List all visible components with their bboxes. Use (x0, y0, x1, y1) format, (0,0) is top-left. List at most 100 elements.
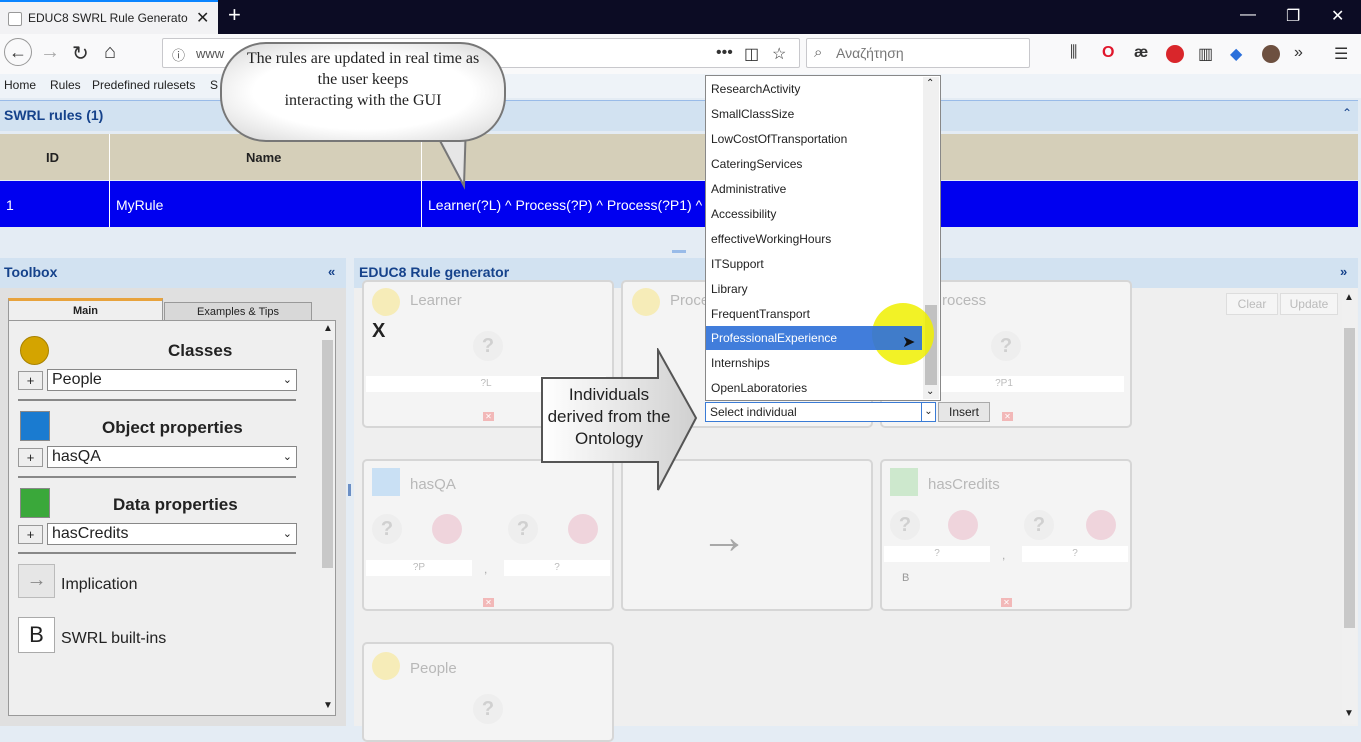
remove-mark[interactable]: X (372, 320, 385, 343)
comma-separator: , (484, 562, 488, 576)
opera-icon[interactable]: O (1102, 44, 1114, 62)
menu-rules[interactable]: Rules (50, 78, 81, 92)
dropdown-option-selected[interactable]: ProfessionalExperience (706, 326, 922, 350)
canvas-scroll-thumb[interactable] (1344, 328, 1355, 628)
argument-field[interactable]: ? (504, 560, 610, 576)
scroll-down-icon[interactable]: ▼ (1344, 708, 1354, 719)
delete-icon[interactable]: ✕ (483, 412, 494, 421)
insert-button[interactable]: Insert (938, 402, 990, 422)
delete-icon[interactable]: ✕ (483, 598, 494, 607)
scroll-down-icon[interactable]: ▼ (323, 700, 333, 711)
argument-field[interactable]: ? (1022, 546, 1128, 562)
menu-s[interactable]: S (210, 78, 218, 92)
toolbox-scroll-thumb[interactable] (322, 340, 333, 568)
delete-icon[interactable]: ✕ (1001, 598, 1012, 607)
toolbox-header: Toolbox « (0, 258, 346, 288)
dropdown-option[interactable]: Internships (706, 351, 922, 375)
atom-label: Proce (670, 292, 710, 309)
restore-icon[interactable]: ❐ (1286, 6, 1300, 26)
add-individual-icon[interactable] (568, 514, 598, 544)
implication-arrow-icon: → (700, 511, 748, 564)
dropdown-option[interactable]: OpenLaboratories (706, 376, 922, 400)
scroll-down-icon[interactable]: ⌄ (926, 386, 934, 397)
browser-tab[interactable]: EDUC8 SWRL Rule Generator (D ✕ (0, 0, 218, 34)
home-icon[interactable]: ⌂ (104, 41, 116, 64)
page-actions-icon[interactable]: ••• (716, 44, 733, 62)
scroll-up-icon[interactable]: ▲ (323, 323, 333, 334)
scroll-up-icon[interactable]: ⌃ (926, 78, 934, 89)
overflow-icon[interactable]: » (1294, 44, 1303, 62)
add-argument-icon[interactable]: ? (890, 510, 920, 540)
column-name[interactable]: Name (246, 150, 281, 165)
update-button[interactable]: Update (1280, 293, 1338, 315)
collapse-up-icon[interactable]: ⌃ (1342, 106, 1352, 120)
dropdown-option[interactable]: LowCostOfTransportation (706, 127, 922, 151)
column-id[interactable]: ID (46, 150, 59, 165)
select-individual[interactable]: Select individual (705, 402, 936, 422)
delete-icon[interactable]: ✕ (1002, 412, 1013, 421)
dropdown-option[interactable]: CateringServices (706, 152, 922, 176)
tab-examples-tips[interactable]: Examples & Tips (164, 302, 312, 322)
splitter-handle[interactable] (348, 484, 351, 496)
dropdown-option[interactable]: Library (706, 277, 922, 301)
implication-label[interactable]: Implication (61, 576, 137, 594)
resize-handle[interactable] (672, 250, 686, 253)
close-tab-icon[interactable]: ✕ (196, 8, 209, 28)
profile-icon[interactable] (1262, 45, 1280, 63)
bookmark-star-icon[interactable]: ☆ (772, 44, 786, 64)
library-icon[interactable]: ⫼ (1070, 44, 1077, 62)
chevron-down-icon[interactable]: ⌄ (921, 402, 936, 422)
implication-icon[interactable]: → (18, 564, 55, 598)
add-argument-icon[interactable]: ? (1024, 510, 1054, 540)
forward-icon[interactable]: → (40, 41, 60, 64)
add-argument-icon[interactable]: ? (372, 514, 402, 544)
sidebar-icon[interactable]: ▥ (1198, 44, 1213, 64)
builtins-icon[interactable]: B (18, 617, 55, 653)
search-input[interactable]: Αναζήτηση (836, 45, 904, 61)
people-atom-card[interactable] (362, 642, 614, 742)
close-window-icon[interactable]: ✕ (1331, 6, 1344, 26)
add-data-property-button[interactable]: + (18, 525, 43, 544)
dropdown-option[interactable]: Administrative (706, 177, 922, 201)
bubble-text: The rules are updated in real time as th… (246, 50, 480, 109)
add-object-property-button[interactable]: + (18, 448, 43, 467)
builtins-label[interactable]: SWRL built-ins (61, 630, 166, 648)
generator-title: EDUC8 Rule generator (359, 264, 510, 280)
new-tab-icon[interactable]: + (228, 2, 241, 28)
dropdown-option[interactable]: Accessibility (706, 202, 922, 226)
reload-icon[interactable]: ↻ (72, 41, 89, 66)
url-text: www (196, 46, 225, 61)
data-property-select[interactable]: hasCredits ⌄ (47, 523, 297, 545)
add-argument-icon[interactable]: ? (473, 331, 503, 361)
clear-button[interactable]: Clear (1226, 293, 1278, 315)
ae-icon[interactable]: æ (1134, 44, 1148, 62)
tab-main[interactable]: Main (8, 298, 163, 322)
collapse-right-icon[interactable]: » (1340, 264, 1347, 279)
add-individual-icon[interactable] (1086, 510, 1116, 540)
back-icon[interactable]: ← (4, 38, 32, 66)
argument-field[interactable]: ?P (366, 560, 472, 576)
adblock-icon[interactable] (1166, 45, 1184, 63)
minimize-icon[interactable]: — (1240, 6, 1256, 24)
dropdown-option[interactable]: SmallClassSize (706, 102, 922, 126)
dropdown-option[interactable]: ResearchActivity (706, 77, 922, 101)
menu-predefined-rulesets[interactable]: Predefined rulesets (92, 78, 195, 92)
argument-field[interactable]: ? (884, 546, 990, 562)
add-argument-icon[interactable]: ? (473, 694, 503, 724)
menu-home[interactable]: Home (4, 78, 36, 92)
extension-icon[interactable]: ◆ (1230, 44, 1242, 64)
info-icon[interactable]: ⓘ (172, 45, 185, 64)
menu-icon[interactable]: ☰ (1334, 44, 1348, 64)
add-individual-icon[interactable] (948, 510, 978, 540)
add-individual-icon[interactable] (432, 514, 462, 544)
dropdown-option[interactable]: effectiveWorkingHours (706, 227, 922, 251)
add-class-button[interactable]: + (18, 371, 43, 390)
scroll-up-icon[interactable]: ▲ (1344, 292, 1354, 303)
pocket-icon[interactable]: ◫ (744, 44, 759, 64)
add-argument-icon[interactable]: ? (991, 331, 1021, 361)
object-property-select[interactable]: hasQA ⌄ (47, 446, 297, 468)
add-argument-icon[interactable]: ? (508, 514, 538, 544)
dropdown-option[interactable]: ITSupport (706, 252, 922, 276)
collapse-left-icon[interactable]: « (328, 264, 335, 279)
class-select[interactable]: People ⌄ (47, 369, 297, 391)
